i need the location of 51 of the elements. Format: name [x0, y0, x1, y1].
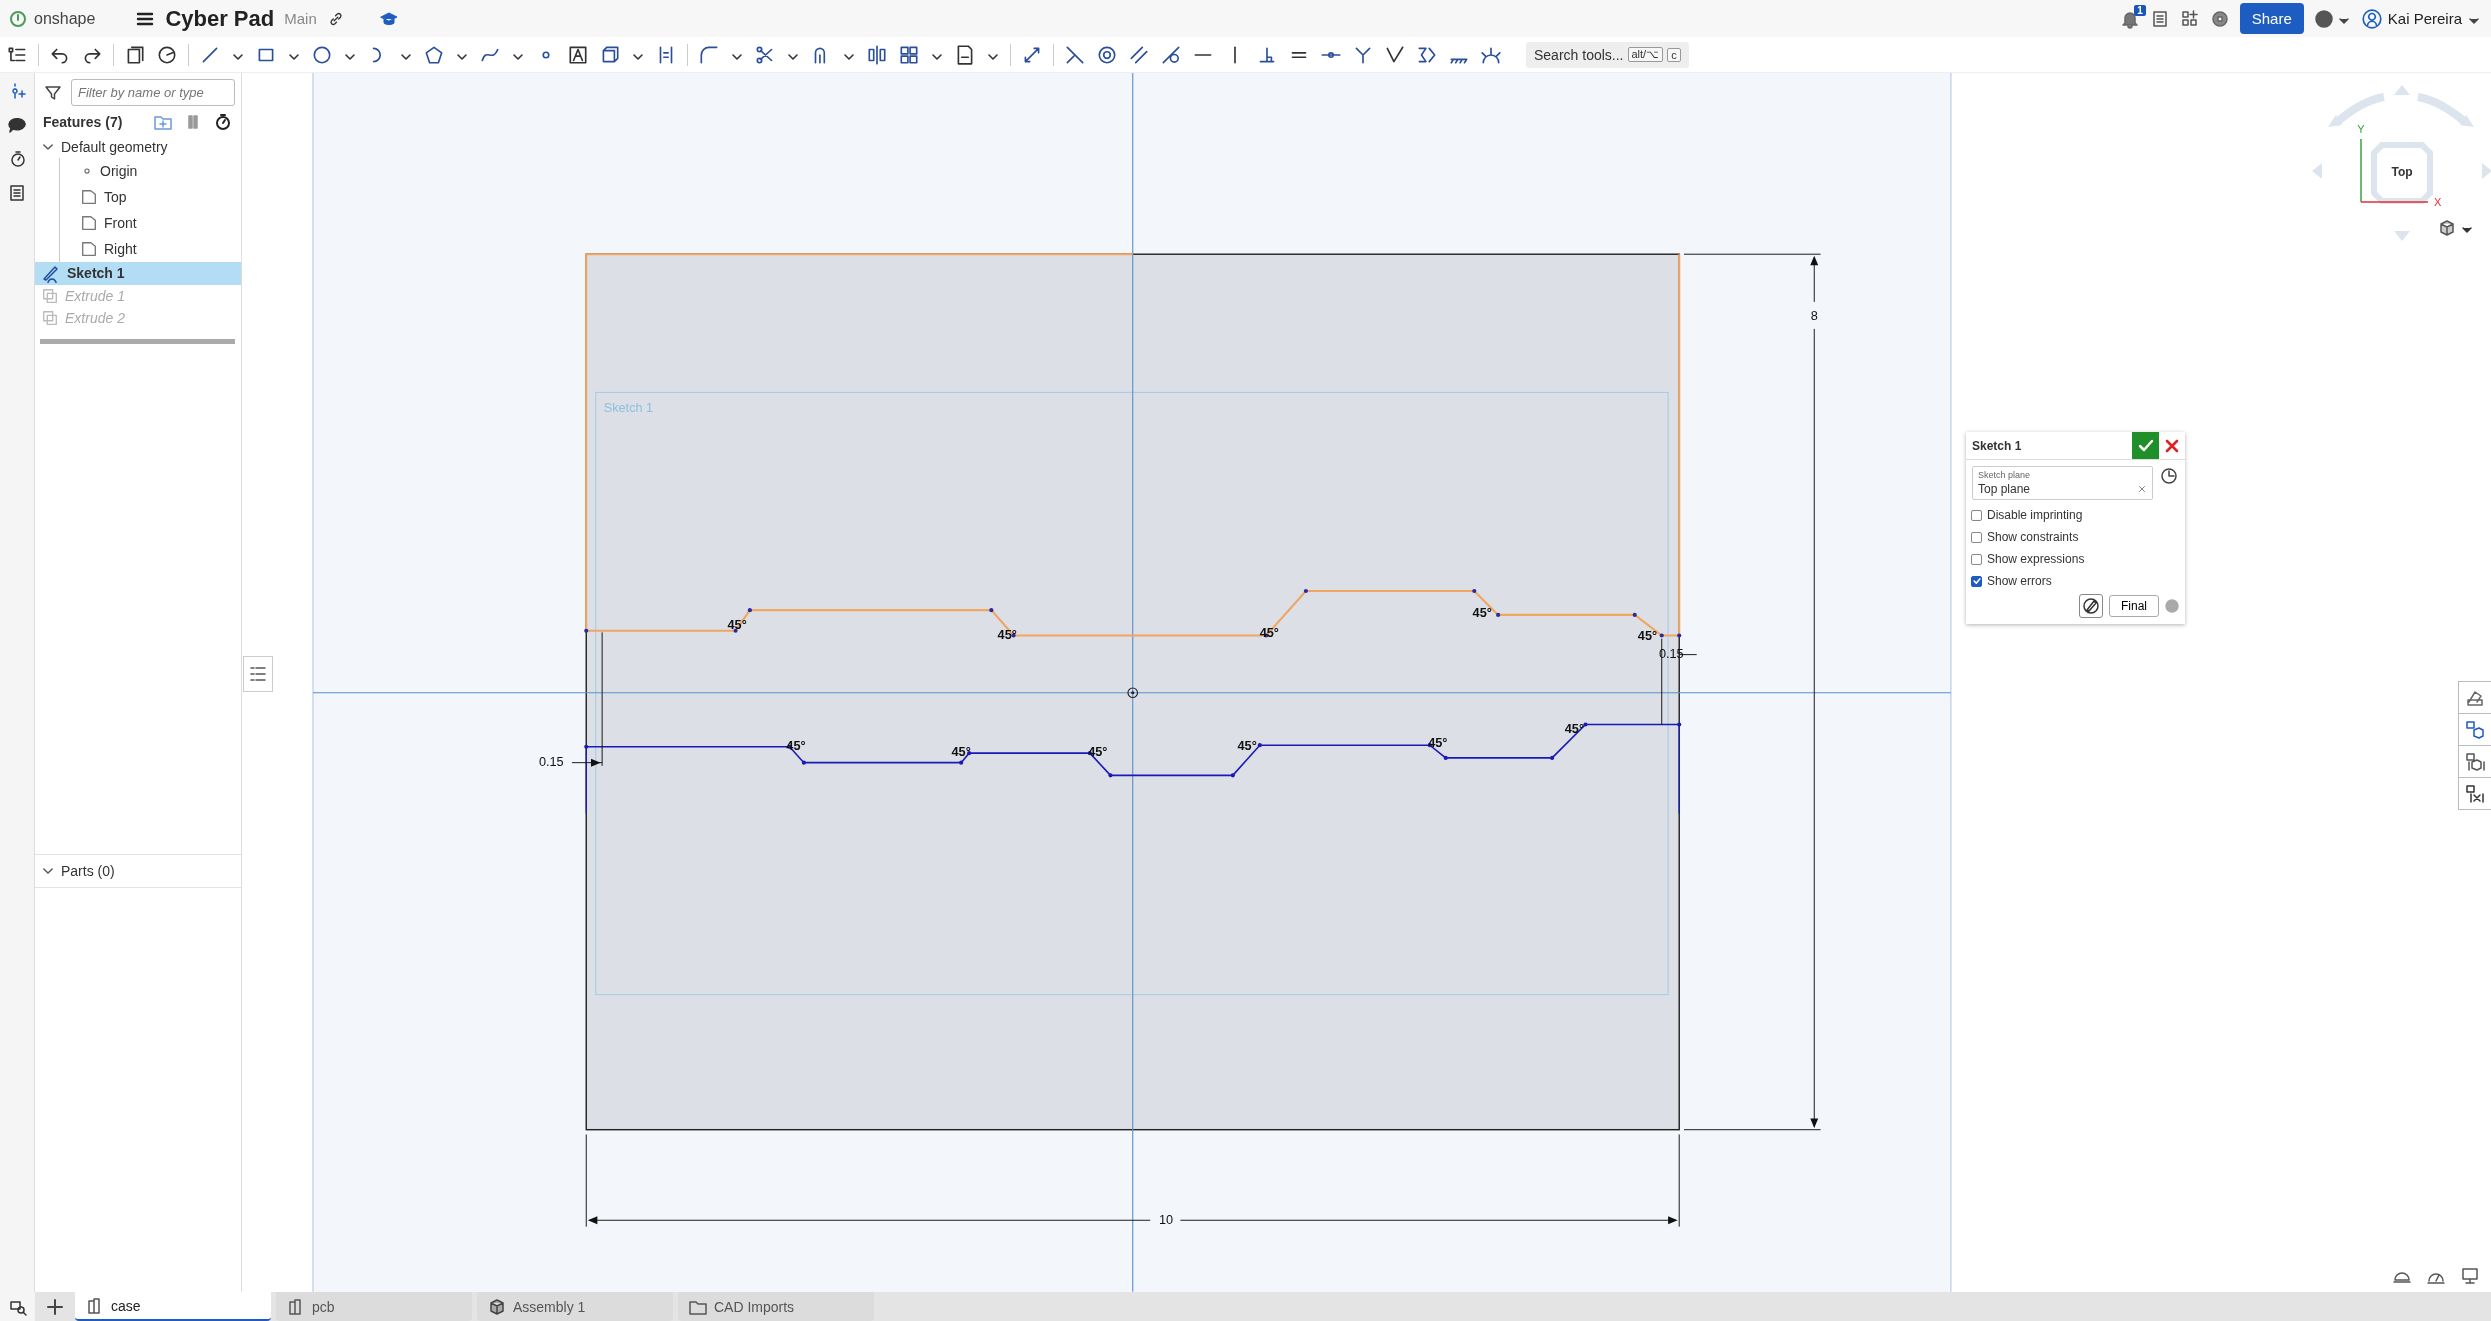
document-title[interactable]: Cyber Pad [165, 5, 275, 32]
parts-header[interactable]: Parts (0) [61, 863, 115, 880]
tree-item-label: Right [104, 241, 137, 258]
document-tab[interactable]: Assembly 1 [477, 1292, 673, 1321]
sketch-plane-field[interactable]: Sketch plane Top plane [1972, 466, 2153, 500]
angle-label[interactable]: 45° [1428, 734, 1448, 750]
angle-label[interactable]: 45° [951, 744, 971, 760]
tree-item[interactable]: Sketch 1 [35, 262, 241, 285]
angle-label[interactable]: 45° [1637, 628, 1658, 644]
angle-label[interactable]: 45° [1237, 738, 1257, 754]
tree-item-label: Sketch 1 [67, 265, 125, 282]
view-cube-face-label: Top [2391, 165, 2413, 180]
option-label[interactable]: Show errors [1987, 574, 2052, 588]
field-value: Top plane [1978, 482, 2031, 496]
document-tab[interactable]: case [75, 1292, 271, 1321]
final-button[interactable]: Final [2109, 595, 2159, 617]
document-tab[interactable]: CAD Imports [678, 1292, 874, 1321]
notification-badge: 1 [2134, 4, 2146, 16]
field-label: Sketch plane [1978, 470, 2032, 480]
dimension-label[interactable]: 8 [1810, 307, 1818, 323]
tree-item-label: Extrude 1 [65, 287, 125, 304]
axis-label: Y [2357, 123, 2365, 135]
angle-label[interactable]: 45° [786, 738, 806, 754]
tree-item-label: Extrude 2 [65, 310, 125, 327]
angle-label[interactable]: 45° [1088, 744, 1108, 760]
tree-item[interactable]: Front [60, 210, 241, 237]
tree-item-label: Front [104, 215, 137, 232]
dimension-label[interactable]: 10 [1159, 1211, 1174, 1227]
option-label[interactable]: Show expressions [1987, 552, 2085, 566]
app-name: onshape [34, 9, 96, 28]
user-name[interactable]: Kai Pereira [2387, 10, 2462, 27]
option-label[interactable]: Show constraints [1987, 530, 2079, 544]
dialog-title: Sketch 1 [1971, 438, 2023, 453]
search-tools-field[interactable]: Search tools... alt/⌥ c [1526, 41, 1689, 68]
filter-field[interactable]: Filter by name or type [71, 79, 235, 106]
features-header: Features (7) [43, 114, 124, 130]
tree-item-label: Top [104, 189, 127, 206]
tree-item[interactable]: Right [60, 236, 241, 263]
tree-item[interactable]: Top [60, 184, 241, 211]
tree-item-label: Default geometry [61, 139, 168, 156]
angle-label[interactable]: 45° [1472, 604, 1492, 620]
document-tab[interactable]: pcb [276, 1292, 472, 1321]
sketch-plane-label: Sketch 1 [603, 399, 654, 415]
dimension-label[interactable]: 0.15 [538, 754, 564, 769]
angle-label[interactable]: 45° [997, 626, 1017, 642]
share-button[interactable]: Share [2239, 3, 2304, 34]
tree-item[interactable]: Default geometry [35, 136, 241, 159]
axis-label: X [2434, 196, 2442, 208]
tree-item[interactable]: Origin [60, 158, 241, 185]
option-label[interactable]: Disable imprinting [1987, 508, 2083, 522]
tree-item-label: Origin [100, 163, 138, 180]
